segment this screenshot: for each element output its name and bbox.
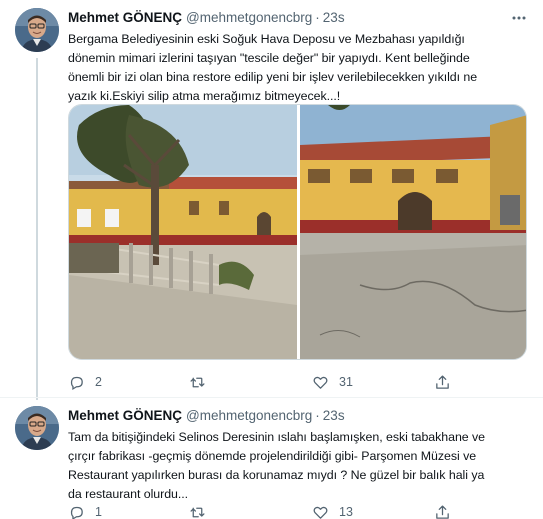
tweet-text: Tam da bitişiğindeki Selinos Deresinin ı…	[68, 430, 486, 501]
retweet-icon	[190, 377, 205, 387]
share-icon	[436, 374, 449, 389]
separator: ·	[315, 408, 320, 423]
retweet-icon	[190, 507, 205, 517]
reply-count: 2	[95, 375, 102, 389]
tweet-header: Mehmet GÖNENÇ @mehmetgonencbrg · 23s	[68, 10, 529, 26]
author-handle[interactable]: @mehmetgonencbrg	[186, 408, 312, 424]
tweet-actions: 1 13	[68, 502, 451, 519]
author-handle[interactable]: @mehmetgonencbrg	[186, 10, 312, 26]
photo-building-front[interactable]	[300, 105, 526, 359]
reply-count: 1	[95, 505, 102, 519]
share-button[interactable]	[434, 504, 451, 519]
tweet-1[interactable]: Mehmet GÖNENÇ @mehmetgonencbrg · 23s Ber…	[0, 0, 543, 397]
author-name[interactable]: Mehmet GÖNENÇ	[68, 408, 182, 424]
share-button[interactable]	[434, 374, 451, 391]
author-name[interactable]: Mehmet GÖNENÇ	[68, 10, 182, 26]
tweet-text: Bergama Belediyesinin eski Soğuk Hava De…	[68, 32, 478, 103]
more-dots-icon[interactable]	[509, 8, 529, 28]
tweet-2[interactable]: Mehmet GÖNENÇ @mehmetgonencbrg · 23s Tam…	[0, 398, 543, 519]
like-button[interactable]: 31	[312, 374, 353, 391]
like-count: 31	[339, 375, 353, 389]
reply-icon	[70, 506, 83, 519]
tweet-media[interactable]	[68, 104, 527, 360]
photo-building-with-tree[interactable]	[69, 105, 297, 359]
like-count: 13	[339, 505, 353, 519]
reply-icon	[70, 376, 83, 390]
retweet-button[interactable]	[189, 374, 216, 391]
tweet-header: Mehmet GÖNENÇ @mehmetgonencbrg · 23s	[68, 408, 529, 424]
avatar[interactable]	[15, 406, 59, 450]
like-button[interactable]: 13	[312, 504, 353, 519]
separator: ·	[315, 10, 320, 25]
timestamp[interactable]: 23s	[323, 10, 345, 26]
share-icon	[436, 504, 449, 519]
timestamp[interactable]: 23s	[323, 408, 345, 424]
like-icon	[313, 376, 328, 389]
reply-button[interactable]: 2	[68, 374, 102, 391]
reply-button[interactable]: 1	[68, 504, 102, 519]
avatar[interactable]	[15, 8, 59, 52]
retweet-button[interactable]	[189, 504, 216, 519]
tweet-actions: 2 31	[68, 372, 451, 392]
like-icon	[313, 506, 328, 519]
